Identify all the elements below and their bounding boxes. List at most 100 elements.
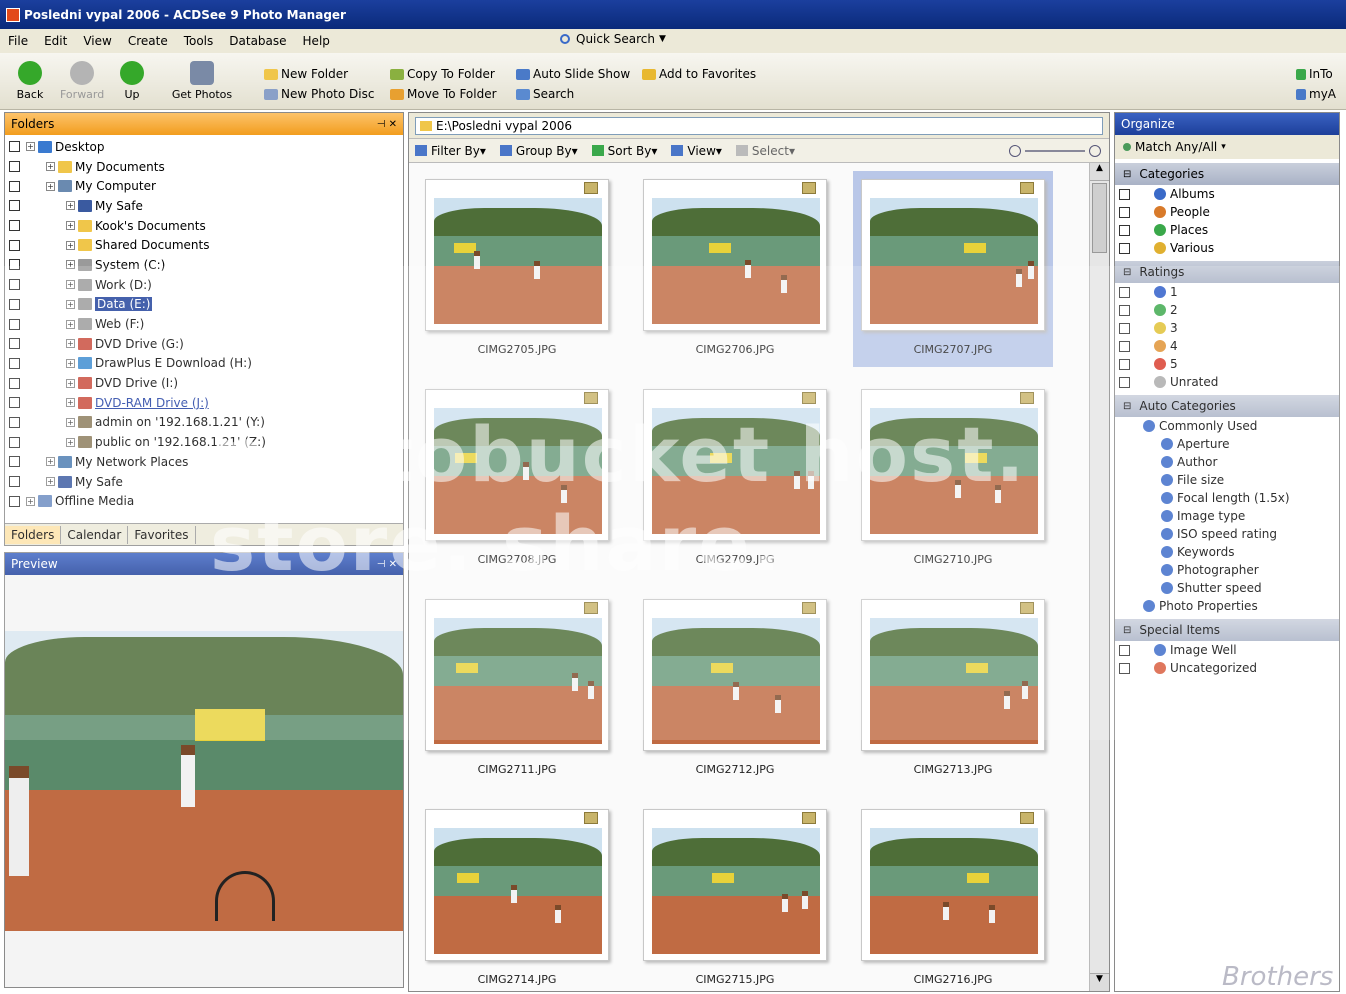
folder-checkbox[interactable] (9, 200, 20, 212)
menu-create[interactable]: Create (128, 34, 168, 48)
thumbnail[interactable]: CIMG2715.JPG (635, 801, 835, 991)
categories-section-label: Categories (1139, 167, 1205, 181)
folder-tree-item[interactable]: + My Documents (5, 157, 403, 177)
menu-file[interactable]: File (8, 34, 28, 48)
expand-icon[interactable]: + (26, 142, 35, 152)
group-by-button[interactable]: Group By ▾ (499, 143, 578, 158)
thumbnail-frame (643, 809, 827, 961)
drive-icon (58, 160, 72, 173)
select-label: Select (751, 143, 789, 158)
move-to-folder-button[interactable]: Move To Folder (390, 87, 497, 101)
drive-icon (58, 180, 72, 193)
sort-by-button[interactable]: Sort By ▾ (591, 144, 657, 158)
forward-arrow-icon (70, 61, 94, 85)
category-item[interactable]: Albums (1115, 185, 1339, 203)
menu-tools[interactable]: Tools (184, 34, 214, 48)
zoom-slider[interactable] (1009, 144, 1101, 157)
folder-tree-item[interactable]: + Desktop (5, 137, 403, 157)
into-button[interactable]: InTo (1296, 67, 1333, 81)
photo-fence (652, 235, 820, 267)
photo-player (555, 904, 561, 923)
globe-icon (1296, 68, 1306, 80)
scroll-thumb[interactable] (1092, 183, 1107, 253)
brothers-watermark: Brothers (1222, 962, 1334, 992)
filter-icon (415, 145, 427, 156)
photo-banner (967, 873, 989, 884)
expand-icon[interactable]: + (66, 221, 75, 231)
menu-help[interactable]: Help (303, 34, 330, 48)
menu-edit[interactable]: Edit (44, 34, 67, 48)
auto-slide-show-button[interactable]: Auto Slide Show (516, 67, 630, 81)
folder-tree-item[interactable]: + My Safe (5, 196, 403, 216)
expand-icon[interactable]: + (66, 201, 75, 211)
pin-icon[interactable]: ⊣ ✕ (377, 119, 397, 130)
new-folder-button[interactable]: New Folder (264, 67, 348, 81)
folder-checkbox[interactable] (9, 239, 20, 251)
mya-button[interactable]: myA (1296, 87, 1336, 101)
group-icon (499, 145, 512, 156)
category-item-icon (1154, 206, 1166, 218)
match-dropdown[interactable]: Match Any/All ▾ (1115, 135, 1339, 159)
photo-player (943, 902, 949, 921)
photobucket-watermark: photobucket host. store. share. (210, 410, 1027, 588)
categories-section[interactable]: ⊟ Categories (1115, 163, 1339, 185)
copy-icon (390, 68, 404, 80)
group-by-label: Group By (515, 143, 572, 158)
new-photo-disc-button[interactable]: New Photo Disc (264, 87, 374, 101)
folder-checkbox[interactable] (9, 180, 20, 192)
category-item[interactable]: People (1115, 203, 1339, 221)
menu-database[interactable]: Database (229, 34, 286, 48)
chevron-down-icon: ▼ (658, 34, 666, 44)
folder-tree-item[interactable]: + Kook's Documents (5, 216, 403, 236)
get-photos-button[interactable]: Get Photos (168, 61, 236, 101)
scroll-down-arrow[interactable]: ▼ (1090, 973, 1109, 991)
expand-icon[interactable]: + (46, 162, 55, 172)
folder-label: Desktop (55, 139, 105, 154)
camera-icon (190, 61, 214, 85)
add-to-favorites-button[interactable]: Add to Favorites (642, 67, 756, 81)
folder-tree-item[interactable]: + Shared Documents (5, 235, 403, 255)
thumbnail[interactable]: CIMG2716.JPG (853, 801, 1053, 991)
back-button[interactable]: Back (8, 61, 52, 101)
view-icon (671, 145, 684, 156)
expand-icon[interactable]: + (46, 181, 55, 191)
back-arrow-icon (18, 61, 42, 85)
select-button[interactable]: Select ▾ (735, 143, 795, 158)
path-bar: E:\Posledni vypal 2006 (409, 113, 1109, 139)
folder-label: My Safe (95, 198, 143, 213)
zoom-in-icon[interactable] (1089, 144, 1101, 157)
quick-search[interactable]: Quick Search ▼ (560, 32, 666, 46)
forward-button[interactable]: Forward (60, 61, 104, 101)
organize-title: Organize (1121, 117, 1175, 131)
new-photo-disc-label: New Photo Disc (281, 87, 375, 101)
thumbnail[interactable]: CIMG2714.JPG (417, 801, 617, 991)
thumbnail-filename: CIMG2714.JPG (477, 973, 557, 986)
copy-to-folder-button[interactable]: Copy To Folder (390, 67, 495, 81)
up-button[interactable]: Up (110, 61, 154, 101)
expand-icon[interactable]: + (66, 240, 75, 250)
category-item-checkbox[interactable] (1119, 188, 1130, 200)
view-button[interactable]: View ▾ (671, 144, 722, 158)
category-item[interactable]: Various (1115, 239, 1339, 257)
category-item-checkbox[interactable] (1119, 224, 1130, 236)
image-badge-icon (1020, 182, 1034, 194)
drive-icon (38, 140, 52, 153)
folders-header: Folders ⊣ ✕ (5, 113, 403, 135)
mya-label: myA (1309, 87, 1336, 101)
scroll-up-arrow[interactable]: ▲ (1090, 163, 1109, 181)
category-item[interactable]: Places (1115, 221, 1339, 239)
add-to-favorites-label: Add to Favorites (659, 67, 757, 81)
zoom-out-icon[interactable] (1009, 144, 1021, 157)
path-field[interactable]: E:\Posledni vypal 2006 (415, 116, 1103, 135)
menu-view[interactable]: View (83, 34, 111, 48)
folder-tree-item[interactable]: + My Computer (5, 176, 403, 196)
category-item-checkbox[interactable] (1119, 242, 1130, 254)
search-button[interactable]: Search (516, 87, 574, 101)
folder-checkbox[interactable] (9, 220, 20, 232)
folder-checkbox[interactable] (9, 141, 20, 153)
organize-header: Organize (1115, 113, 1339, 135)
folder-checkbox[interactable] (9, 161, 20, 173)
magnifier-icon (516, 88, 530, 100)
category-item-checkbox[interactable] (1119, 206, 1130, 218)
filter-by-button[interactable]: Filter By ▾ (415, 144, 486, 158)
